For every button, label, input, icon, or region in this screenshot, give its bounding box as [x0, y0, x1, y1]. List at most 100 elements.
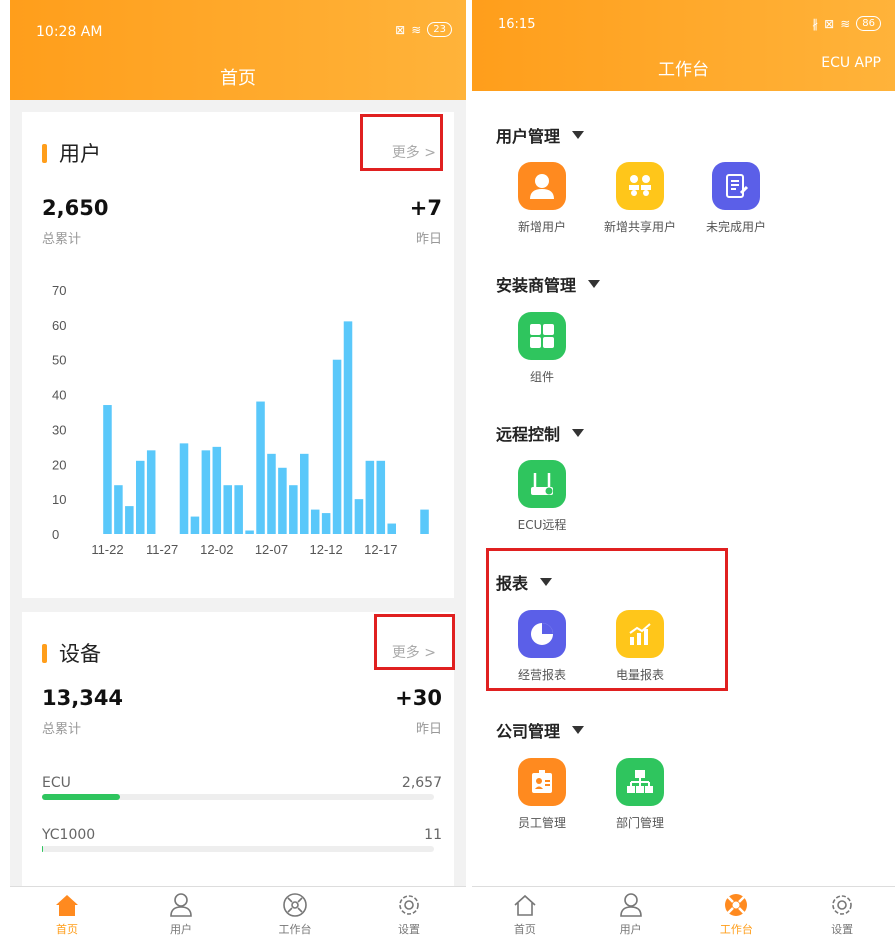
gear-icon — [832, 895, 852, 915]
app-label: 员工管理 — [517, 816, 566, 830]
app-new-user[interactable]: 新增用户 — [494, 162, 590, 235]
section-title-text: 报表 — [496, 574, 529, 593]
status-time: 10:28 AM — [36, 24, 103, 40]
progress-fill — [42, 794, 121, 800]
gear-icon — [399, 895, 419, 915]
x-tick-label: 12-02 — [200, 542, 233, 557]
device-row-value: 11 — [424, 827, 442, 843]
section-reports[interactable]: 报表 — [496, 570, 553, 594]
tab-settings[interactable]: 设置 — [789, 887, 895, 938]
card-title: 用户 — [42, 138, 101, 168]
chart-bar — [125, 506, 134, 534]
user-card: 用户 更多 > 2,650 总累计 +7 昨日 0 10 20 30 40 50 60 70 1… — [22, 112, 454, 598]
app-label: 部门管理 — [615, 816, 664, 830]
status-icons: ∦ ⊠ ≋ 86 — [812, 16, 881, 31]
tab-workbench[interactable]: 工作台 — [238, 887, 352, 938]
app-incomplete-user[interactable]: 未完成用户 — [688, 162, 784, 235]
tab-label: 设置 — [831, 923, 854, 936]
chart-bar — [212, 446, 222, 534]
card-title-text: 用户 — [59, 142, 101, 166]
tab-label: 工作台 — [278, 923, 312, 936]
app-label: 新增共享用户 — [603, 220, 676, 234]
device-delta: +30 — [395, 686, 442, 710]
app-new-shared-user[interactable]: 新增共享用户 — [592, 162, 688, 235]
shared-users-icon — [616, 162, 664, 210]
app-label: 电量报表 — [615, 668, 664, 682]
tab-label: 用户 — [619, 923, 642, 936]
user-delta: +7 — [409, 196, 442, 220]
device-total: 13,344 — [42, 686, 124, 710]
user-total-label: 总累计 — [42, 232, 82, 247]
tab-workbench[interactable]: 工作台 — [684, 887, 790, 938]
progress-fill — [42, 846, 44, 852]
bluetooth-icon: ∦ — [812, 16, 819, 31]
tab-settings[interactable]: 设置 — [352, 887, 466, 938]
x-tick-label: 12-07 — [255, 542, 288, 557]
y-tick-label: 0 — [52, 527, 59, 542]
tab-home[interactable]: 首页 — [472, 887, 578, 938]
app-ecu-remote[interactable]: ECU远程 — [494, 460, 590, 533]
app-business-report[interactable]: 经营报表 — [494, 610, 590, 683]
y-tick-label: 10 — [52, 492, 66, 507]
pie-chart-icon — [518, 610, 566, 658]
caret-down-icon — [572, 726, 585, 734]
section-remote-control[interactable]: 远程控制 — [496, 421, 585, 445]
chart-bar — [256, 401, 265, 534]
y-tick-label: 60 — [52, 318, 66, 333]
wifi-icon: ≋ — [411, 22, 422, 37]
home-screen: 10:28 AM ⊠ ≋ 23 首页 用户 更多 > 2,650 总累计 +7 … — [10, 0, 466, 938]
app-name-label[interactable]: ECU APP — [821, 55, 881, 71]
chart-bar — [354, 499, 364, 534]
user-outline-icon — [619, 893, 642, 917]
app-header: 10:28 AM ⊠ ≋ 23 首页 — [10, 0, 466, 100]
device-row-value: 2,657 — [401, 775, 442, 791]
app-label: 未完成用户 — [705, 220, 766, 234]
x-tick-label: 12-12 — [310, 542, 343, 557]
org-chart-icon — [616, 758, 664, 806]
caret-down-icon — [540, 578, 553, 586]
app-staff-management[interactable]: 员工管理 — [494, 758, 590, 831]
user-outline-icon — [170, 893, 192, 917]
tab-label: 首页 — [56, 923, 78, 936]
section-title-text: 安装商管理 — [496, 276, 577, 295]
grid-icon — [518, 312, 566, 360]
caret-down-icon — [572, 429, 585, 437]
chart-bar — [245, 530, 254, 534]
accent-bar — [42, 643, 47, 663]
tab-users[interactable]: 用户 — [578, 887, 684, 938]
battery-icon: 86 — [856, 16, 881, 31]
device-delta-label: 昨日 — [415, 722, 442, 737]
chart-bar — [365, 460, 375, 534]
tab-label: 用户 — [170, 923, 192, 936]
tab-label: 工作台 — [719, 923, 753, 936]
tab-users[interactable]: 用户 — [124, 887, 238, 938]
chart-bar — [376, 460, 386, 534]
tab-home[interactable]: 首页 — [10, 887, 124, 938]
caret-down-icon — [588, 280, 601, 288]
chart-bar — [234, 485, 243, 534]
section-title-text: 远程控制 — [496, 425, 561, 444]
tab-bar: 首页 用户 工作台 设置 — [10, 886, 466, 938]
section-installer-management[interactable]: 安装商管理 — [496, 272, 601, 296]
app-energy-report[interactable]: 电量报表 — [592, 610, 688, 683]
app-label: 新增用户 — [517, 220, 566, 234]
home-icon — [56, 895, 78, 916]
router-icon — [518, 460, 566, 508]
app-components[interactable]: 组件 — [494, 312, 590, 385]
x-tick-label: 11-22 — [91, 542, 123, 557]
home-outline-icon — [514, 894, 536, 916]
user-bar-chart: 0 10 20 30 40 50 60 70 11-22 11-27 12-02 12-07 12-12… — [52, 283, 429, 557]
sim-icon: ⊠ — [824, 16, 835, 31]
section-company-management[interactable]: 公司管理 — [496, 718, 585, 742]
bar-chart-icon — [616, 610, 664, 658]
sim-icon: ⊠ — [395, 22, 406, 37]
chart-bar — [190, 516, 200, 534]
chart-bar — [201, 450, 211, 534]
app-department-management[interactable]: 部门管理 — [592, 758, 688, 831]
chart-bar — [387, 523, 396, 534]
section-user-management[interactable]: 用户管理 — [496, 123, 585, 147]
x-tick-label: 12-17 — [364, 542, 397, 557]
section-title-text: 公司管理 — [496, 722, 561, 741]
device-row-label: ECU — [42, 775, 71, 791]
app-label: 组件 — [529, 370, 554, 384]
